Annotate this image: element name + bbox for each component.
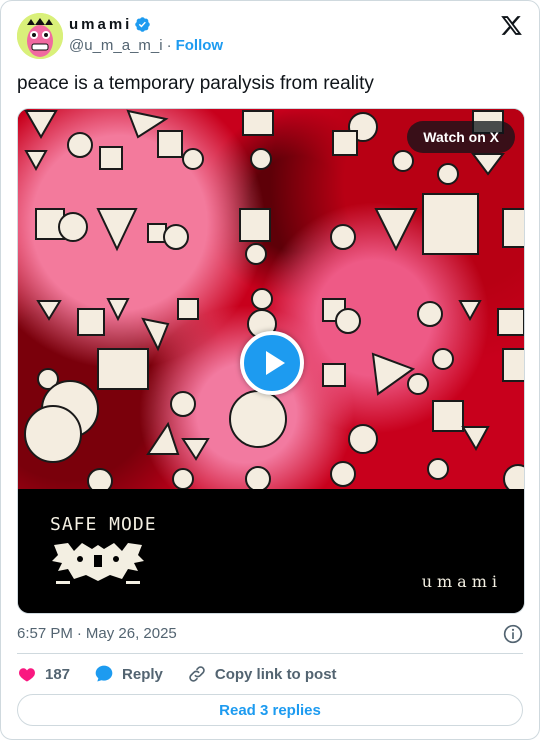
video-banner: SAFE MODE umami xyxy=(18,489,524,613)
separator: · xyxy=(166,37,172,54)
timestamp-separator: · xyxy=(76,625,82,642)
reply-button[interactable]: Reply xyxy=(94,664,163,684)
copy-link-label: Copy link to post xyxy=(214,665,337,683)
display-name[interactable]: umami xyxy=(69,16,151,33)
play-icon xyxy=(266,351,285,375)
heart-icon xyxy=(19,668,35,682)
brand-logo-text: umami xyxy=(421,572,502,591)
reply-label: Reply xyxy=(122,665,163,683)
avatar[interactable] xyxy=(17,13,63,59)
x-logo-icon[interactable] xyxy=(500,14,523,37)
divider xyxy=(17,653,523,654)
play-button[interactable] xyxy=(240,331,304,395)
action-bar: 187 Reply Copy link to post xyxy=(17,662,361,686)
like-button[interactable]: 187 xyxy=(17,664,70,684)
avatar-illustration xyxy=(17,13,63,59)
link-icon xyxy=(189,666,205,682)
video-thumbnail xyxy=(18,109,524,494)
inkblot-logo xyxy=(52,543,144,584)
copy-link-button[interactable]: Copy link to post xyxy=(187,664,337,684)
tweet-text: peace is a temporary paralysis from real… xyxy=(17,73,374,94)
reply-icon xyxy=(95,665,113,682)
geometric-pattern xyxy=(24,109,524,494)
verified-badge-icon xyxy=(135,17,151,32)
handle-row: @u_m_a_m_i · Follow xyxy=(69,37,223,54)
post-date: May 26, 2025 xyxy=(85,625,177,642)
like-count: 187 xyxy=(45,665,71,683)
follow-button[interactable]: Follow xyxy=(176,37,224,54)
read-replies-button[interactable]: Read 3 replies xyxy=(17,694,523,726)
video-media[interactable]: SAFE MODE umami Watch on X xyxy=(17,108,525,614)
info-icon[interactable] xyxy=(503,624,523,644)
watch-on-x-button[interactable]: Watch on X xyxy=(407,121,515,153)
timestamp[interactable]: 6:57 PM · May 26, 2025 xyxy=(17,625,177,642)
post-time: 6:57 PM xyxy=(17,625,73,642)
display-name-text: umami xyxy=(69,16,133,33)
banner-title: SAFE MODE xyxy=(50,514,157,535)
handle[interactable]: @u_m_a_m_i xyxy=(69,37,163,54)
tweet-card: umami @u_m_a_m_i · Follow peace is a tem… xyxy=(0,0,540,740)
